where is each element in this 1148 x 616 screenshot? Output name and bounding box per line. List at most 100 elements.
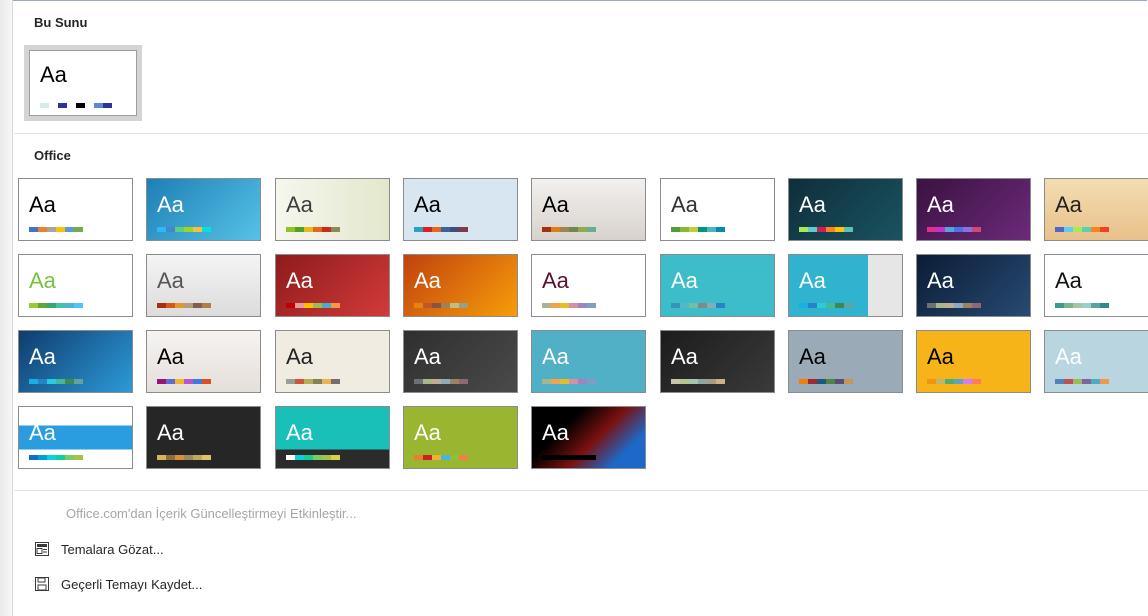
color-swatch [103,103,112,108]
color-swatch [551,455,560,460]
color-swatch [560,303,569,308]
theme-color-swatches [671,303,725,308]
theme-thumbnail[interactable]: Aa [531,254,646,317]
theme-thumbnail[interactable]: Aa [531,330,646,393]
theme-aa-sample: Aa [799,344,826,369]
color-swatch [193,303,202,308]
theme-color-swatches [542,379,596,384]
color-swatch [331,303,340,308]
theme-color-swatches [286,379,340,384]
theme-thumbnail[interactable]: Aa [788,330,903,393]
color-swatch [551,303,560,308]
theme-thumbnail[interactable]: Aa [531,406,646,469]
color-swatch [29,455,38,460]
color-swatch [166,379,175,384]
color-swatch [1091,379,1100,384]
color-swatch [313,303,322,308]
color-swatch [322,379,331,384]
color-swatch [193,379,202,384]
color-swatch [954,303,963,308]
color-swatch [414,455,423,460]
color-swatch [671,379,680,384]
theme-thumbnail[interactable]: Aa [1044,330,1148,393]
color-swatch [587,303,596,308]
theme-thumbnail[interactable]: Aa [788,254,903,317]
section-header-this-presentation: Bu Sunu [34,15,88,30]
theme-thumbnail[interactable]: Aa [916,178,1031,241]
theme-thumbnail[interactable]: Aa [146,406,261,469]
theme-color-swatches [799,227,853,232]
color-swatch [689,227,698,232]
color-swatch [202,303,211,308]
color-swatch [927,303,936,308]
theme-thumbnail[interactable]: Aa [18,330,133,393]
theme-aa-sample: Aa [157,192,184,217]
current-theme-swatches [40,103,112,108]
theme-color-swatches [286,227,340,232]
theme-color-swatches [542,303,596,308]
color-swatch [826,227,835,232]
theme-thumbnail[interactable]: Aa [275,254,390,317]
color-swatch [954,379,963,384]
theme-aa-sample: Aa [671,268,698,293]
theme-thumbnail[interactable]: Aa [403,254,518,317]
color-swatch [963,227,972,232]
color-swatch [157,303,166,308]
save-current-theme-command[interactable]: Geçerli Temayı Kaydet... [34,576,202,592]
color-swatch [166,455,175,460]
color-swatch [85,103,94,108]
theme-thumbnail[interactable]: Aa [660,254,775,317]
color-swatch [1091,227,1100,232]
browse-themes-icon [34,541,50,557]
theme-thumbnail[interactable]: Aa [18,178,133,241]
color-swatch [707,227,716,232]
theme-thumbnail[interactable]: Aa [403,330,518,393]
color-swatch [1073,227,1082,232]
theme-thumbnail[interactable]: Aa [146,178,261,241]
theme-thumbnail[interactable]: Aa [275,330,390,393]
theme-thumbnail[interactable]: Aa [275,178,390,241]
theme-thumbnail[interactable]: Aa [916,330,1031,393]
color-swatch [716,303,725,308]
current-theme-thumbnail[interactable]: Aa [24,45,142,121]
color-swatch [423,227,432,232]
theme-aa-sample: Aa [29,344,56,369]
theme-color-swatches [1055,227,1109,232]
browse-themes-command[interactable]: Temalara Gözat... [34,541,164,557]
color-swatch [1073,379,1082,384]
theme-thumbnail[interactable]: Aa [531,178,646,241]
theme-thumbnail[interactable]: Aa [1044,254,1148,317]
theme-thumbnail[interactable]: Aa [1044,178,1148,241]
color-swatch [166,303,175,308]
color-swatch [569,227,578,232]
theme-thumbnail[interactable]: Aa [916,254,1031,317]
theme-thumbnail[interactable]: Aa [660,330,775,393]
color-swatch [578,379,587,384]
theme-thumbnail[interactable]: Aa [403,178,518,241]
theme-thumbnail[interactable]: Aa [788,178,903,241]
color-swatch [450,455,459,460]
theme-thumbnail[interactable]: Aa [275,406,390,469]
theme-thumbnail[interactable]: Aa [18,254,133,317]
color-swatch [331,227,340,232]
color-swatch [157,455,166,460]
color-swatch [441,379,450,384]
color-swatch [542,455,551,460]
theme-thumbnail[interactable]: Aa [18,406,133,469]
color-swatch [716,379,725,384]
theme-aa-sample: Aa [1055,268,1082,293]
theme-color-swatches [671,379,725,384]
color-swatch [58,103,67,108]
color-swatch [38,227,47,232]
theme-thumbnail[interactable]: Aa [403,406,518,469]
theme-thumbnail[interactable]: Aa [146,330,261,393]
color-swatch [844,303,853,308]
color-swatch [835,379,844,384]
theme-color-swatches [157,379,211,384]
color-swatch [560,379,569,384]
browse-themes-label: Temalara Gözat... [61,541,164,557]
theme-thumbnail[interactable]: Aa [660,178,775,241]
theme-aa-sample: Aa [542,420,569,445]
color-swatch [817,227,826,232]
theme-thumbnail[interactable]: Aa [146,254,261,317]
